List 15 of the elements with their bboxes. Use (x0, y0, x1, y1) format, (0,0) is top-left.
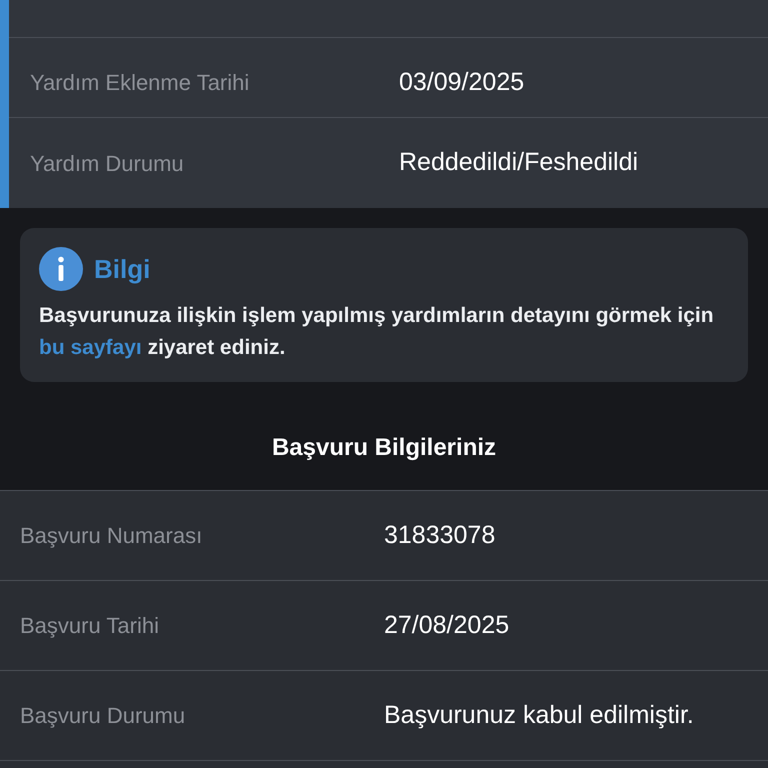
detail-value: 03/09/2025 (399, 66, 524, 98)
info-message: Başvurunuza ilişkin işlem yapılmış yardımların detayını görmek için bu sayfayı ziyaret ediniz. (39, 303, 715, 361)
detail-value: Reddedildi/Feshedildi (399, 147, 638, 178)
info-title: Bilgi (94, 252, 150, 286)
detail-label: Yardım Durumu (29, 150, 185, 178)
application-value: 31833078 (384, 520, 496, 551)
section-heading: Başvuru Bilgileriniz (272, 433, 496, 463)
info-icon (39, 247, 83, 291)
application-value: Başvurunuz kabul edilmiştir. (384, 700, 694, 731)
application-label: Başvuru Tarihi (19, 612, 160, 640)
application-label: Başvuru Durumu (19, 702, 186, 730)
application-value: 27/08/2025 (384, 610, 510, 641)
application-label: Başvuru Numarası (19, 522, 204, 550)
page-link[interactable]: bu sayfayı (39, 336, 142, 359)
detail-label: Yardım Eklenme Tarihi (29, 69, 250, 97)
